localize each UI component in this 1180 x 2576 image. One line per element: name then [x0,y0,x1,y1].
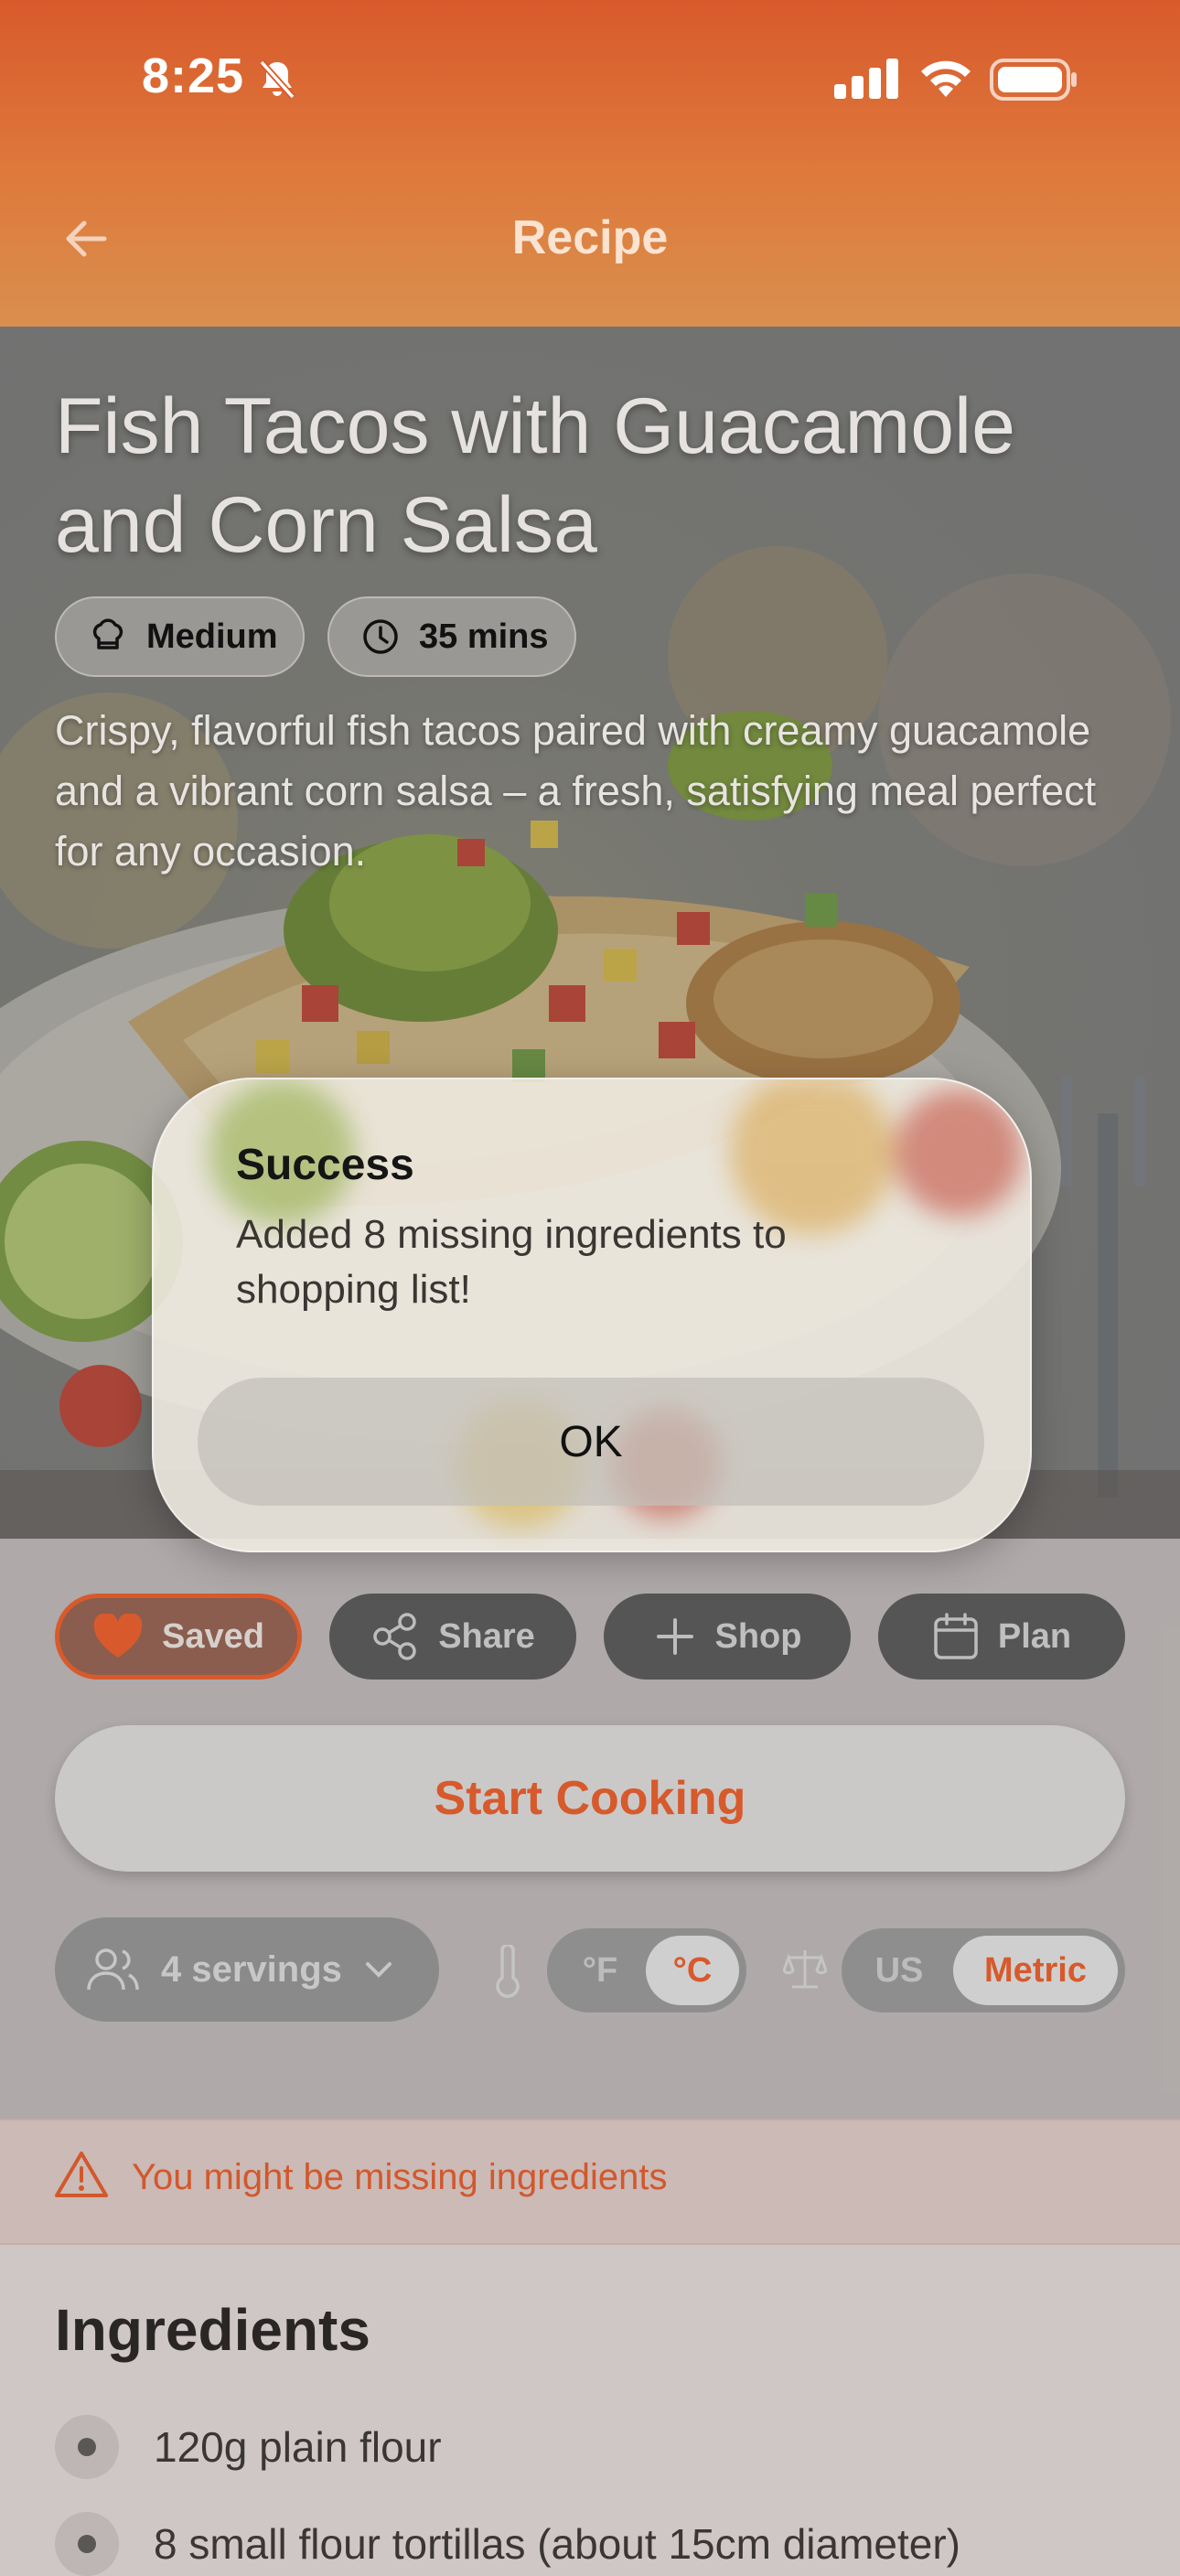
temp-c-option[interactable]: °C [646,1936,739,2005]
recipe-description: Crispy, flavorful fish tacos paired with… [55,707,1097,875]
saved-label: Saved [162,1616,264,1656]
bell-slash-icon [259,59,295,100]
alert-message: Added 8 missing ingredients to shopping … [236,1212,787,1312]
warning-icon [55,2152,108,2197]
signal-icon [834,59,898,99]
page-title: Recipe [511,211,669,264]
shop-button[interactable]: Shop [604,1594,851,1680]
ingredient-checkbox[interactable] [55,2415,119,2479]
success-alert: Success Added 8 missing ingredients to s… [152,1078,1032,1552]
servings-selector[interactable]: 4 servings [55,1917,439,2022]
plan-button[interactable]: Plan [878,1594,1125,1680]
battery-icon [990,59,1077,101]
share-icon [373,1613,416,1660]
unit-us-option[interactable]: US [849,1936,949,2005]
ingredient-checkbox[interactable] [55,2512,119,2576]
calendar-icon [934,1613,978,1659]
temp-f-option[interactable]: °F [554,1936,646,2005]
ingredient-text: 120g plain flour [154,2423,442,2471]
duration-badge: 35 mins [327,596,576,677]
ingredient-text: 8 small flour tortillas (about 15cm diam… [154,2520,960,2568]
unit-toggle: US Metric [842,1928,1125,2012]
thermometer-icon [496,1945,520,1998]
unit-metric-option[interactable]: Metric [953,1936,1118,2005]
share-button[interactable]: Share [329,1594,576,1680]
saved-button[interactable]: Saved [55,1594,302,1680]
ok-button[interactable]: OK [198,1378,984,1506]
chevron-down-icon [365,1962,392,1978]
plan-label: Plan [997,1616,1072,1656]
servings-label: 4 servings [161,1948,342,1990]
list-item[interactable]: 120g plain flour [55,2415,442,2479]
users-icon [87,1948,139,1991]
missing-ingredients-text: You might be missing ingredients [132,2157,668,2197]
plus-icon [656,1618,693,1655]
scale-icon [783,1950,827,1989]
temperature-toggle: °F °C [547,1928,746,2012]
difficulty-badge: Medium [55,596,305,677]
list-item[interactable]: 8 small flour tortillas (about 15cm diam… [55,2512,960,2576]
ingredients-heading: Ingredients [55,2297,370,2363]
share-label: Share [438,1616,535,1656]
heart-icon [93,1614,143,1658]
wifi-icon [921,60,971,97]
chef-hat-icon [92,618,123,649]
duration-label: 35 mins [419,617,549,656]
clock-icon [363,619,398,654]
status-time: 8:25 [142,48,245,103]
start-cooking-button[interactable]: Start Cooking [55,1725,1125,1872]
alert-title: Success [236,1141,414,1189]
difficulty-label: Medium [146,617,278,656]
recipe-title: Fish Tacos with Guacamole and Corn Salsa [55,382,1015,569]
shop-label: Shop [714,1616,802,1656]
